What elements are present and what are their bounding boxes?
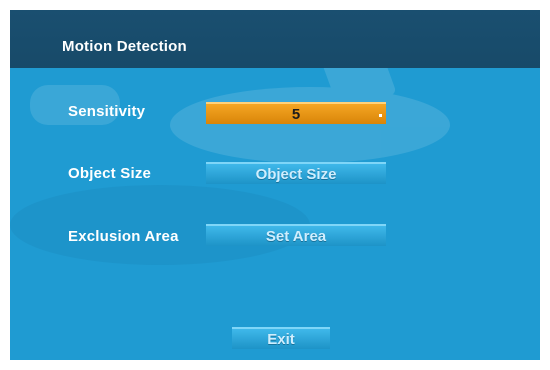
set-area-button[interactable]: Set Area — [206, 224, 386, 246]
sensitivity-label: Sensitivity — [68, 103, 146, 120]
title-bar: Motion Detection — [10, 10, 540, 68]
object-size-button-label: Object Size — [255, 166, 337, 183]
sensitivity-select[interactable]: 5 — [206, 102, 386, 124]
dropdown-indicator-icon — [379, 114, 382, 117]
exit-button[interactable]: Exit — [232, 327, 330, 349]
sensitivity-value: 5 — [291, 106, 301, 123]
motion-detection-window: Motion Detection Sensitivity 5 Object Si… — [10, 10, 540, 360]
exclusion-area-label: Exclusion Area — [68, 228, 179, 245]
object-size-label: Object Size — [68, 165, 152, 182]
exit-button-label: Exit — [267, 331, 295, 348]
window-title: Motion Detection — [62, 38, 187, 55]
object-size-button[interactable]: Object Size — [206, 162, 386, 184]
set-area-button-label: Set Area — [265, 228, 327, 245]
